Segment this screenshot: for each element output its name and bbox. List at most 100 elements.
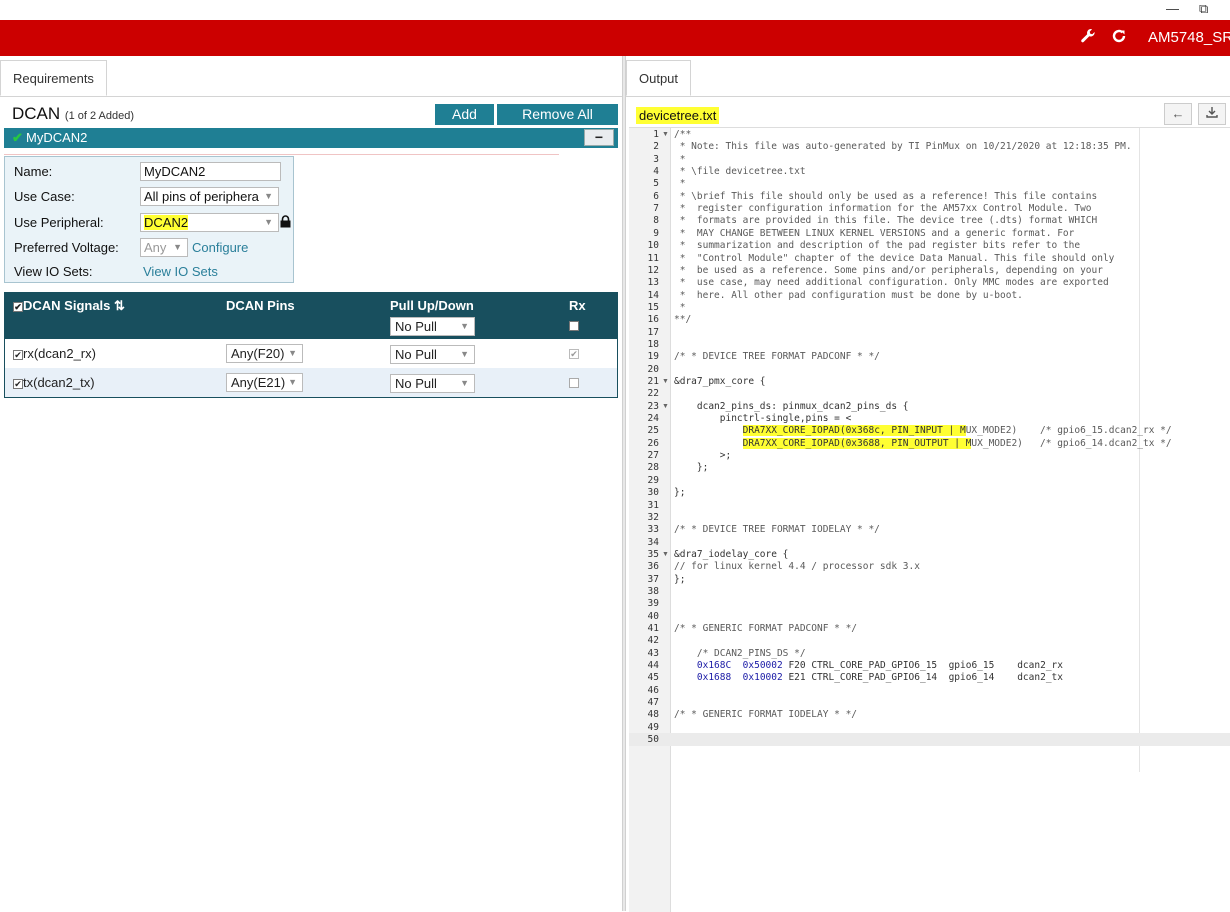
download-icon[interactable] xyxy=(1198,103,1226,125)
rx-header: Rx xyxy=(569,298,586,313)
wrench-icon[interactable] xyxy=(1080,28,1096,49)
code-line: /* * DEVICE TREE FORMAT PADCONF * */ xyxy=(674,351,880,363)
code-line: * here. All other pad configuration must… xyxy=(674,289,1023,301)
code-line: /* * GENERIC FORMAT IODELAY * */ xyxy=(674,709,858,721)
line-number: 16 xyxy=(647,314,659,326)
code-line: * "Control Module" chapter of the device… xyxy=(674,252,1115,264)
current-line-highlight xyxy=(629,733,1230,746)
code-line: * register configuration information for… xyxy=(674,203,1092,215)
minimize-icon[interactable]: — xyxy=(1166,1,1179,16)
line-number: 48 xyxy=(647,709,659,721)
signal-rx[interactable]: ✔rx(dcan2_rx) xyxy=(13,346,96,361)
code-line: &dra7_iodelay_core { xyxy=(674,548,789,560)
pull-select-rx[interactable]: No Pull ▼ xyxy=(390,345,475,364)
use-case-label: Use Case: xyxy=(14,189,75,204)
name-field[interactable]: MyDCAN2 xyxy=(140,162,281,181)
checkbox-icon: ✔ xyxy=(13,349,23,360)
signals-header: DCAN Signals xyxy=(23,298,111,313)
line-number: 4 xyxy=(653,166,659,178)
signal-tx[interactable]: ✔tx(dcan2_tx) xyxy=(13,375,95,390)
code-line: pinctrl-single,pins = < xyxy=(674,413,852,425)
line-number: 23 xyxy=(647,400,659,412)
chevron-down-icon: ▼ xyxy=(173,242,182,252)
rx-checkbox-rx[interactable]: ✔ xyxy=(569,349,579,359)
remove-all-button[interactable]: Remove All xyxy=(497,104,618,125)
code-editor[interactable]: 1 ▼/** 2 * Note: This file was auto-genera… xyxy=(629,127,1230,912)
code-line: 0x1688 0x10002 E21 CTRL_CORE_PAD_GPIO6_1… xyxy=(696,672,1063,684)
line-number: 46 xyxy=(647,684,659,696)
output-pane: Output devicetree.txt ← 1 ▼/** 2 * Note: T… xyxy=(626,56,1230,912)
line-number: 3 xyxy=(653,153,659,165)
line-number: 8 xyxy=(653,215,659,227)
tab-output[interactable]: Output xyxy=(626,60,692,96)
checkbox-icon: ✔ xyxy=(13,301,23,312)
line-number: 5 xyxy=(653,178,659,190)
code-line: * be used as a reference. Some pins and/… xyxy=(674,264,1103,276)
use-peripheral-select[interactable]: DCAN2 ▼ xyxy=(140,213,279,232)
line-number: 27 xyxy=(647,450,659,462)
line-number: 15 xyxy=(647,301,659,313)
restore-icon[interactable]: ⧉ xyxy=(1199,1,1208,17)
line-number: 26 xyxy=(647,437,659,449)
line-number: 39 xyxy=(647,598,659,610)
code-line: * xyxy=(674,153,686,165)
add-button[interactable]: Add xyxy=(435,104,494,125)
line-number: 31 xyxy=(647,499,659,511)
fold-toggle-icon[interactable]: ▼ xyxy=(662,551,669,558)
preferred-voltage-select[interactable]: Any ▼ xyxy=(140,238,188,257)
rx-all-checkbox[interactable] xyxy=(569,321,579,331)
pin-select-rx[interactable]: Any(F20) ▼ xyxy=(226,344,303,363)
line-number: 42 xyxy=(647,635,659,647)
fold-toggle-icon[interactable]: ▼ xyxy=(662,131,669,138)
line-number: 9 xyxy=(653,227,659,239)
rx-checkbox-tx[interactable] xyxy=(569,378,579,388)
line-number: 21 xyxy=(647,376,659,387)
fold-toggle-icon[interactable]: ▼ xyxy=(662,378,669,385)
line-number: 34 xyxy=(647,536,659,548)
configure-link[interactable]: Configure xyxy=(192,240,248,255)
chevron-down-icon: ▼ xyxy=(264,191,273,201)
code-line: /** xyxy=(674,129,692,140)
line-number: 49 xyxy=(647,721,659,733)
requirements-tabbar: Requirements xyxy=(0,60,622,97)
signal-row-tx: ✔tx(dcan2_tx) Any(E21) ▼ No Pull ▼ xyxy=(5,368,617,397)
line-number: 40 xyxy=(647,610,659,622)
pull-header: Pull Up/Down xyxy=(390,298,474,313)
code-line: * summarization and description of the p… xyxy=(674,240,1081,252)
line-number: 14 xyxy=(647,289,659,301)
line-number: 50 xyxy=(647,734,659,746)
pull-all-select[interactable]: No Pull ▼ xyxy=(390,317,475,336)
code-line: >; xyxy=(674,450,732,462)
instance-header[interactable]: ✔ MyDCAN2 − xyxy=(4,128,618,148)
code-line: * \file devicetree.txt xyxy=(674,166,806,178)
code-line: DRA7XX_CORE_IOPAD(0x368c, PIN_INPUT | MU… xyxy=(742,425,1172,437)
sort-icon[interactable]: ⇅ xyxy=(114,298,125,313)
code-line: }; xyxy=(674,462,709,474)
tab-requirements[interactable]: Requirements xyxy=(0,60,107,96)
view-io-sets-link[interactable]: View IO Sets xyxy=(143,264,218,279)
pull-select-tx[interactable]: No Pull ▼ xyxy=(390,374,475,393)
code-line: &dra7_pmx_core { xyxy=(674,376,766,387)
line-number: 41 xyxy=(647,623,659,634)
collapse-button[interactable]: − xyxy=(584,129,614,146)
line-number: 17 xyxy=(647,326,659,338)
output-filename: devicetree.txt xyxy=(636,107,720,124)
refresh-icon[interactable] xyxy=(1111,28,1127,49)
print-margin xyxy=(1139,128,1140,772)
code-line: * xyxy=(674,178,686,190)
lock-icon[interactable] xyxy=(280,215,291,231)
instance-name: MyDCAN2 xyxy=(26,130,88,145)
line-number: 36 xyxy=(647,561,659,573)
view-io-sets-label: View IO Sets: xyxy=(14,264,93,279)
pins-header: DCAN Pins xyxy=(226,298,295,313)
pin-select-tx[interactable]: Any(E21) ▼ xyxy=(226,373,303,392)
line-number: 6 xyxy=(653,190,659,202)
use-case-select[interactable]: All pins of periphera ▼ xyxy=(140,187,279,206)
code-line: * Note: This file was auto-generated by … xyxy=(674,141,1132,153)
device-name[interactable]: AM5748_SR xyxy=(1148,29,1230,46)
line-number: 19 xyxy=(647,351,659,363)
fold-toggle-icon[interactable]: ▼ xyxy=(662,403,669,410)
select-all-signals[interactable]: ✔DCAN Signals ⇅ xyxy=(13,298,125,314)
line-number: 1 xyxy=(653,129,659,140)
back-arrow-icon[interactable]: ← xyxy=(1164,103,1192,125)
